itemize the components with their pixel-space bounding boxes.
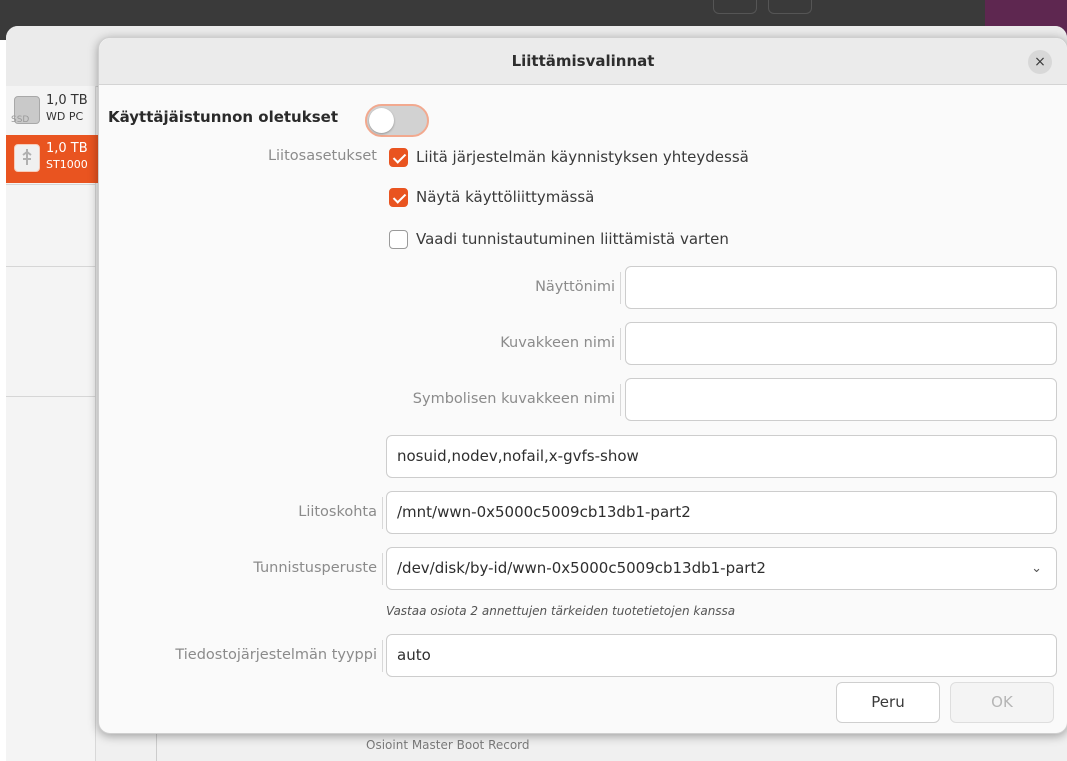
- identify-as-label: Tunnistusperuste: [253, 560, 377, 576]
- bg-headerbar-button: [713, 0, 757, 14]
- mount-options-input[interactable]: nosuid,nodev,nofail,x-gvfs-show: [386, 435, 1057, 478]
- sidebar-divider: [6, 396, 96, 397]
- icon-name-input[interactable]: [625, 322, 1057, 365]
- disk-model: ST1000: [46, 158, 88, 171]
- usb-drive-icon: [14, 144, 40, 172]
- startup-mount-label: Liitä järjestelmän käynnistyksen yhteyde…: [416, 148, 749, 166]
- label-separator: [620, 328, 621, 360]
- label-separator: [382, 497, 383, 529]
- ok-button[interactable]: OK: [950, 682, 1054, 723]
- mount-options-label: Liitosasetukset: [267, 148, 377, 164]
- identify-hint-text: Vastaa osiota 2 annettujen tärkeiden tuo…: [386, 604, 736, 618]
- chevron-down-icon: ⌄: [1031, 561, 1042, 576]
- require-auth-checkbox-row[interactable]: Vaadi tunnistautuminen liittämistä varte…: [389, 229, 809, 251]
- mount-options-dialog: Liittämisvalinnat × Käyttäjäistunnon ole…: [98, 37, 1067, 734]
- sidebar-disk-usb[interactable]: 1,0 TB ST1000: [6, 135, 98, 183]
- show-in-ui-label: Näytä käyttöliittymässä: [416, 188, 595, 206]
- label-separator: [620, 272, 621, 304]
- mount-point-input[interactable]: /mnt/wwn-0x5000c5009cb13db1-part2: [386, 491, 1057, 534]
- fs-type-label: Tiedostojärjestelmän tyyppi: [175, 647, 377, 663]
- symbolic-icon-name-input[interactable]: [625, 378, 1057, 421]
- startup-mount-checkbox-row[interactable]: Liitä järjestelmän käynnistyksen yhteyde…: [389, 147, 809, 169]
- identify-as-selected-value: /dev/disk/by-id/wwn-0x5000c5009cb13db1-p…: [397, 559, 766, 577]
- icon-name-label: Kuvakkeen nimi: [500, 335, 615, 351]
- switch-knob: [369, 108, 394, 133]
- label-separator: [620, 384, 621, 416]
- sidebar-disk-ssd[interactable]: SSD 1,0 TB WD PC: [6, 87, 98, 135]
- sidebar-divider: [6, 266, 96, 267]
- dialog-header: Liittämisvalinnat ×: [99, 38, 1067, 85]
- require-auth-label: Vaadi tunnistautuminen liittämistä varte…: [416, 230, 729, 248]
- disk-size: 1,0 TB: [46, 93, 88, 108]
- fs-type-input[interactable]: auto: [386, 634, 1057, 677]
- session-defaults-label: Käyttäjäistunnon oletukset: [108, 108, 338, 126]
- startup-mount-checkbox[interactable]: [389, 148, 408, 167]
- require-auth-checkbox[interactable]: [389, 230, 408, 249]
- show-in-ui-checkbox[interactable]: [389, 188, 408, 207]
- disks-sidebar: SSD 1,0 TB WD PC 1,0 TB ST1000: [6, 86, 98, 761]
- bg-partitioning-text: Osioint Master Boot Record: [366, 738, 530, 752]
- close-icon: ×: [1034, 54, 1046, 70]
- label-separator: [382, 553, 383, 585]
- show-in-ui-checkbox-row[interactable]: Näytä käyttöliittymässä: [389, 187, 689, 209]
- symbolic-icon-name-label: Symbolisen kuvakkeen nimi: [412, 391, 615, 407]
- disk-size: 1,0 TB: [46, 141, 88, 156]
- cancel-button[interactable]: Peru: [836, 682, 940, 723]
- disk-model: WD PC: [46, 110, 84, 123]
- ssd-drive-icon: SSD: [11, 96, 40, 125]
- label-separator: [382, 640, 383, 672]
- bg-headerbar-button: [768, 0, 812, 14]
- mount-point-label: Liitoskohta: [298, 504, 377, 520]
- sidebar-divider: [6, 184, 96, 185]
- session-defaults-switch[interactable]: [365, 104, 429, 137]
- display-name-input[interactable]: [625, 266, 1057, 309]
- dialog-title: Liittämisvalinnat: [511, 52, 655, 70]
- identify-as-dropdown[interactable]: /dev/disk/by-id/wwn-0x5000c5009cb13db1-p…: [386, 547, 1057, 590]
- close-button[interactable]: ×: [1028, 50, 1052, 74]
- display-name-label: Näyttönimi: [535, 279, 615, 295]
